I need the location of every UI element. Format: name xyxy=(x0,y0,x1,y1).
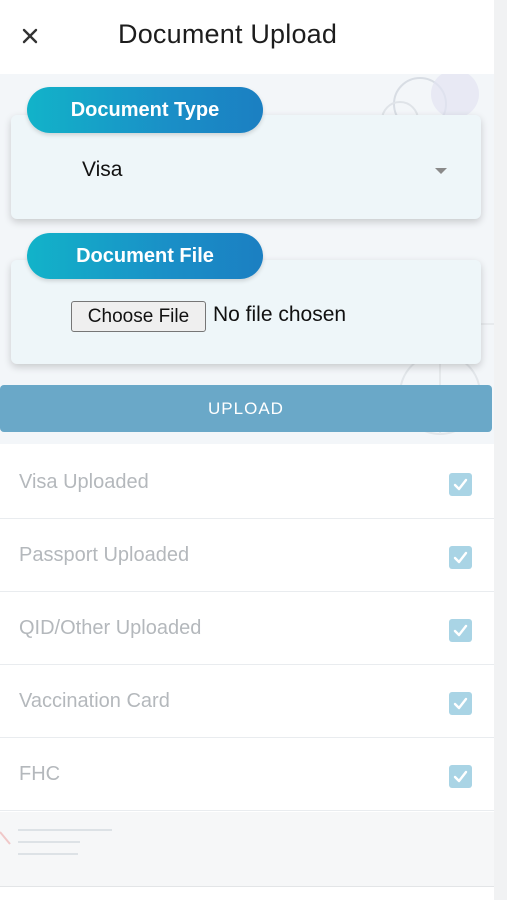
checklist-label: Visa Uploaded xyxy=(19,471,149,493)
checkbox-visa[interactable] xyxy=(449,473,472,496)
checkmark-icon xyxy=(453,770,468,783)
checklist-item-vaccination: Vaccination Card xyxy=(0,665,494,738)
checklist-item-visa: Visa Uploaded xyxy=(0,446,494,519)
bottom-divider xyxy=(0,886,494,887)
page-title: Document Upload xyxy=(118,19,338,49)
upload-checklist: Visa Uploaded Passport Uploaded QID/Othe… xyxy=(0,446,494,811)
checkmark-icon xyxy=(453,624,468,637)
document-type-label: Document Type xyxy=(27,87,263,133)
close-button[interactable] xyxy=(14,20,46,52)
file-status-text: No file chosen xyxy=(213,303,347,326)
close-icon xyxy=(22,28,38,44)
choose-file-button[interactable]: Choose File xyxy=(71,301,206,332)
document-upload-page: Document Upload Document Type Visa Docum… xyxy=(0,0,494,900)
right-gutter xyxy=(494,0,507,900)
footer-illustration xyxy=(0,829,112,855)
checklist-label: Passport Uploaded xyxy=(19,544,190,566)
upload-button[interactable]: UPLOAD xyxy=(0,385,492,432)
checkbox-qid[interactable] xyxy=(449,619,472,642)
checklist-item-fhc: FHC xyxy=(0,738,494,811)
checklist-label: FHC xyxy=(19,763,61,785)
checklist-item-qid: QID/Other Uploaded xyxy=(0,592,494,665)
document-type-value: Visa xyxy=(82,158,123,181)
checklist-item-passport: Passport Uploaded xyxy=(0,519,494,592)
caret-down-icon xyxy=(435,168,447,174)
checkmark-icon xyxy=(453,478,468,491)
document-file-label: Document File xyxy=(27,233,263,279)
checkbox-fhc[interactable] xyxy=(449,765,472,788)
checklist-label: QID/Other Uploaded xyxy=(19,617,202,639)
document-type-select[interactable]: Visa xyxy=(11,140,481,200)
checkmark-icon xyxy=(453,551,468,564)
checklist-label: Vaccination Card xyxy=(19,690,170,712)
header: Document Upload xyxy=(0,0,494,74)
checkbox-passport[interactable] xyxy=(449,546,472,569)
checkmark-icon xyxy=(453,697,468,710)
checkbox-vaccination[interactable] xyxy=(449,692,472,715)
